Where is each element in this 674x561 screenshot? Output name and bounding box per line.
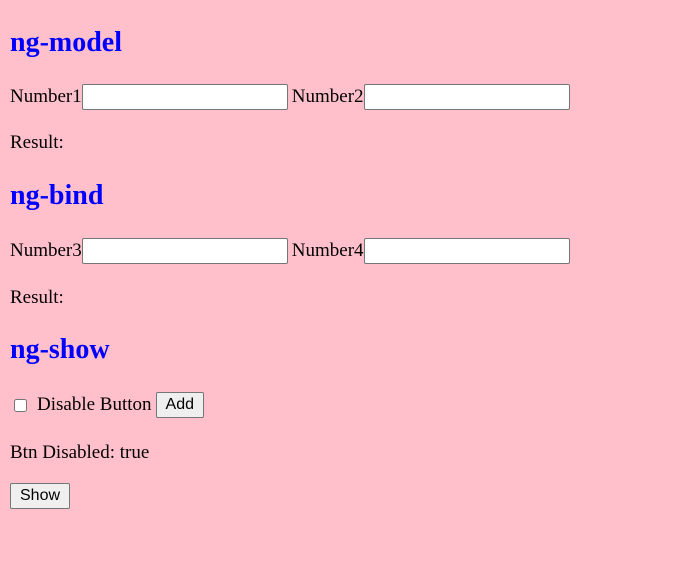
disable-button-checkbox[interactable]	[14, 398, 27, 412]
show-button[interactable]: Show	[10, 483, 71, 509]
ng-bind-inputs-row: Number3 Number4	[10, 238, 570, 264]
number3-input[interactable]	[81, 238, 288, 264]
ng-show-heading: ng-show	[10, 334, 110, 365]
ng-model-heading: ng-model	[10, 27, 122, 58]
ng-model-result: Result:	[10, 132, 64, 153]
add-button[interactable]: Add	[155, 392, 204, 418]
number3-label: Number3	[10, 240, 82, 261]
ng-model-inputs-row: Number1 Number2	[10, 84, 570, 110]
number1-input[interactable]	[81, 84, 288, 110]
number4-input[interactable]	[363, 238, 570, 264]
number2-input[interactable]	[363, 84, 570, 110]
ng-show-controls-row: Disable Button Add	[10, 392, 204, 418]
number1-label: Number1	[10, 86, 82, 107]
ng-bind-result: Result:	[10, 287, 64, 308]
ng-bind-heading: ng-bind	[10, 180, 104, 211]
btn-disabled-status: Btn Disabled: true	[10, 442, 150, 463]
number2-label: Number2	[291, 86, 364, 107]
disable-button-label: Disable Button	[37, 394, 152, 415]
number4-label: Number4	[291, 240, 364, 261]
page: ng-model Number1 Number2 Result: ng-bind…	[0, 0, 674, 561]
